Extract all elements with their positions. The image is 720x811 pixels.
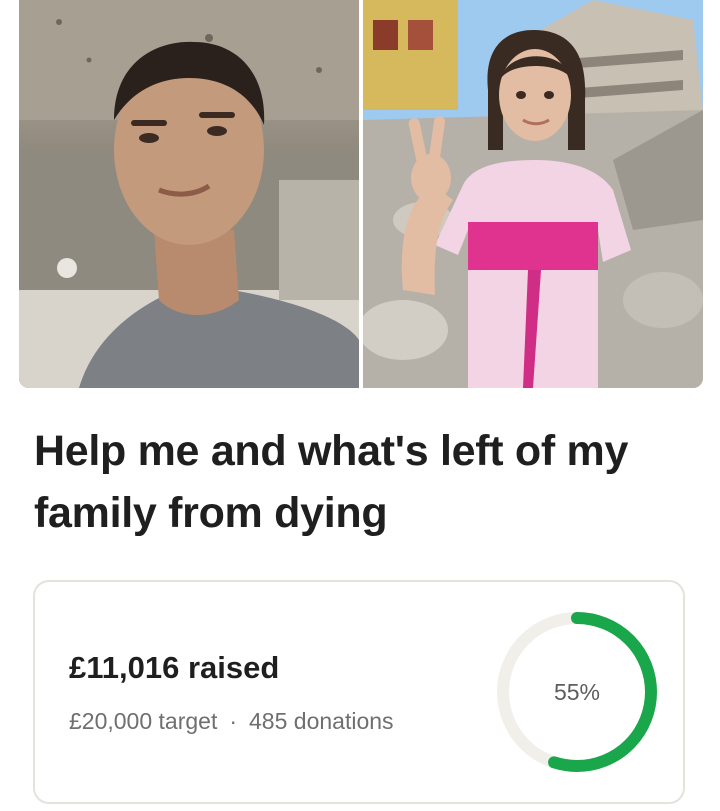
donation-count: 485 donations bbox=[249, 708, 394, 734]
young-man-photo-illustration bbox=[19, 0, 359, 388]
target-amount: £20,000 target bbox=[69, 708, 218, 734]
fundraiser-stats: £20,000 target · 485 donations bbox=[69, 708, 394, 735]
campaign-title: Help me and what's left of my family fro… bbox=[34, 427, 629, 537]
separator-dot: · bbox=[229, 708, 238, 734]
girl-photo-illustration bbox=[363, 0, 703, 388]
fundraising-progress-card[interactable]: £11,016 raised £20,000 target · 485 donati… bbox=[33, 580, 685, 804]
progress-percent-label: 55% bbox=[553, 678, 601, 705]
progress-ring: 55% bbox=[493, 608, 661, 776]
photo-young-man[interactable] bbox=[19, 0, 359, 388]
amount-raised: £11,016 raised bbox=[69, 650, 280, 685]
campaign-photos[interactable] bbox=[19, 0, 703, 388]
photo-girl[interactable] bbox=[363, 0, 703, 388]
